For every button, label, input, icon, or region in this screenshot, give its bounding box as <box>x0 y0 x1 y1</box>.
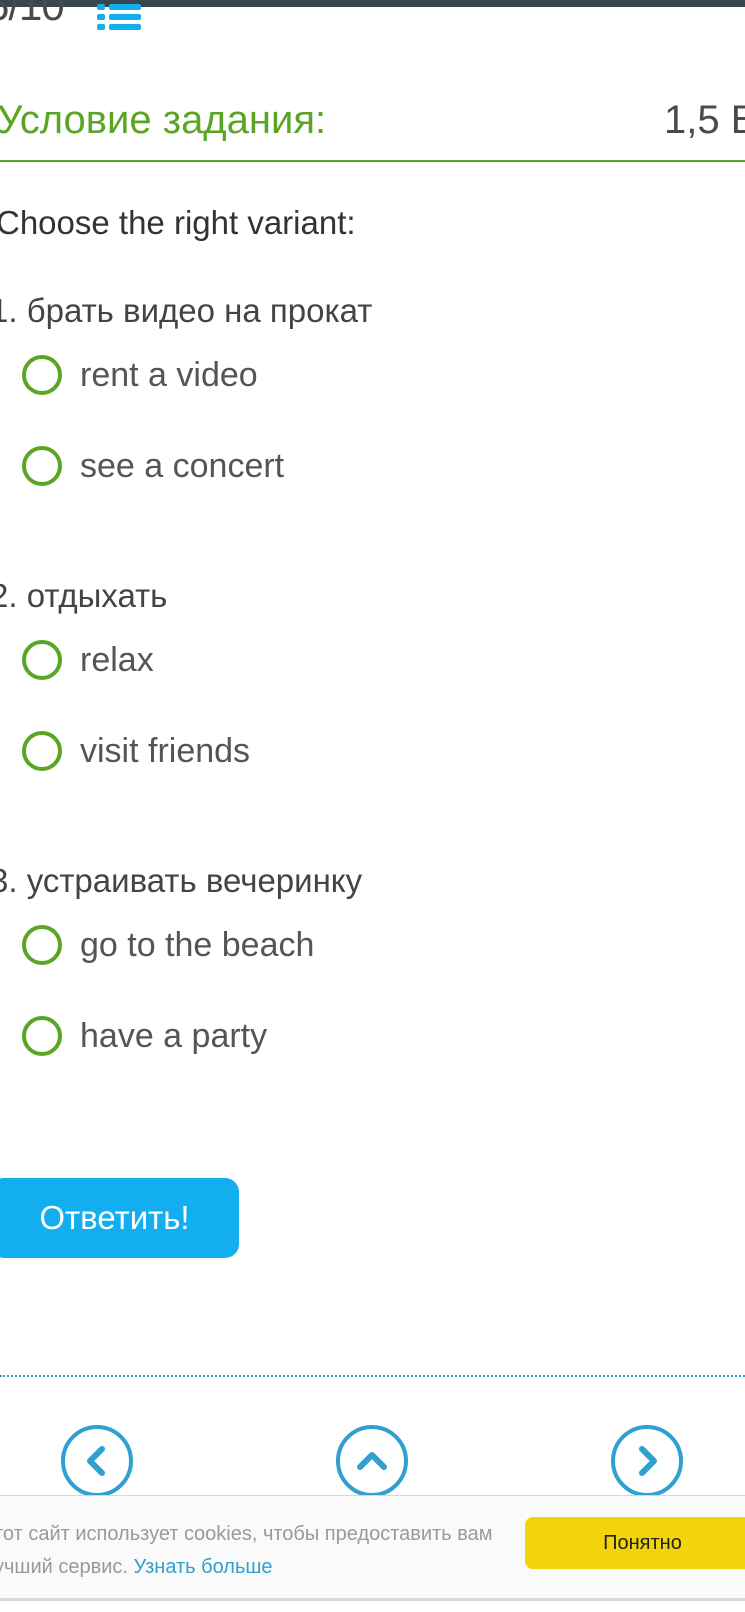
radio-button[interactable] <box>22 446 62 486</box>
question-3: 3. устраивать вечеринку <box>0 862 363 899</box>
radio-button[interactable] <box>22 640 62 680</box>
task-header: Условие задания: 1,5 Б <box>0 90 745 162</box>
option-1-1[interactable]: rent a video <box>22 353 258 397</box>
option-2-2[interactable]: visit friends <box>22 729 250 773</box>
question-1: 1. брать видео на прокат <box>0 292 373 329</box>
section-divider <box>0 1375 745 1377</box>
radio-button[interactable] <box>22 731 62 771</box>
next-button[interactable] <box>611 1425 683 1497</box>
cookie-accept-button[interactable]: Понятно <box>525 1517 745 1569</box>
cookie-banner: тот сайт использует cookies, чтобы предо… <box>0 1495 745 1600</box>
up-button[interactable] <box>336 1425 408 1497</box>
task-instruction: Choose the right variant: <box>0 204 356 241</box>
chevron-left-icon <box>87 1446 105 1476</box>
option-3-2[interactable]: have a party <box>22 1014 267 1058</box>
option-label[interactable]: relax <box>80 641 154 680</box>
option-3-1[interactable]: go to the beach <box>22 923 314 967</box>
task-points: 1,5 Б <box>664 98 745 142</box>
option-label[interactable]: visit friends <box>80 732 250 771</box>
radio-button[interactable] <box>22 355 62 395</box>
question-2: 2. отдыхать <box>0 577 168 614</box>
list-icon[interactable] <box>97 4 141 30</box>
prev-button[interactable] <box>61 1425 133 1497</box>
question-progress: 5/10 <box>0 0 65 29</box>
radio-button[interactable] <box>22 925 62 965</box>
option-1-2[interactable]: see a concert <box>22 444 284 488</box>
answer-button[interactable]: Ответить! <box>0 1178 239 1258</box>
option-2-1[interactable]: relax <box>22 638 154 682</box>
chevron-up-icon <box>357 1452 387 1470</box>
radio-button[interactable] <box>22 1016 62 1056</box>
learn-more-link[interactable]: Узнать больше <box>134 1556 273 1578</box>
option-label[interactable]: have a party <box>80 1017 267 1056</box>
chevron-right-icon <box>639 1446 657 1476</box>
option-label[interactable]: go to the beach <box>80 926 314 965</box>
cookie-text: тот сайт использует cookies, чтобы предо… <box>0 1518 504 1584</box>
option-label[interactable]: rent a video <box>80 356 258 395</box>
option-label[interactable]: see a concert <box>80 447 284 486</box>
bottom-border <box>0 1598 745 1601</box>
task-title: Условие задания: <box>0 98 327 142</box>
